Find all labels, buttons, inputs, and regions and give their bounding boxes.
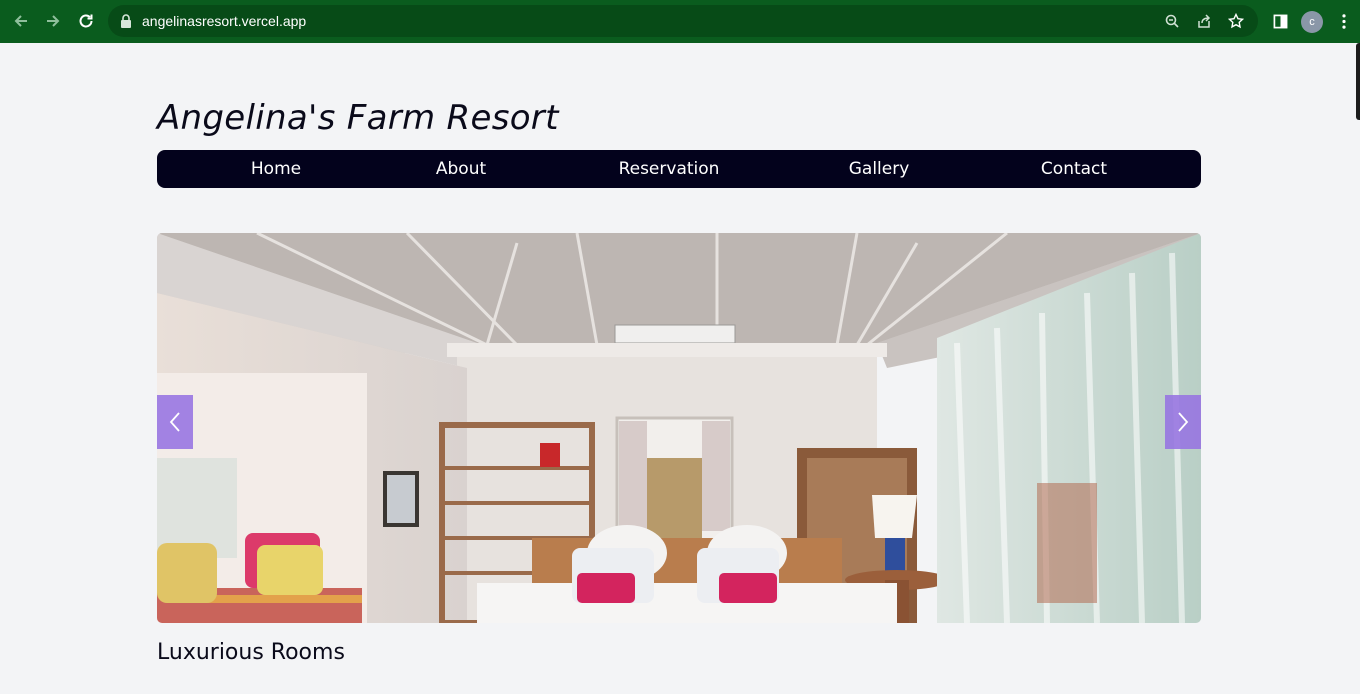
carousel-prev-button[interactable] bbox=[157, 395, 193, 449]
main-nav: Home About Reservation Gallery Contact bbox=[157, 150, 1201, 188]
share-icon[interactable] bbox=[1188, 5, 1220, 37]
more-vert-icon[interactable] bbox=[1328, 0, 1360, 43]
slide-caption: Luxurious Rooms bbox=[157, 640, 345, 665]
browser-toolbar: angelinasresort.vercel.app c bbox=[0, 0, 1360, 43]
nav-gallery[interactable]: Gallery bbox=[849, 150, 910, 188]
scrollbar[interactable] bbox=[1356, 43, 1360, 120]
avatar: c bbox=[1301, 10, 1323, 33]
nav-about[interactable]: About bbox=[436, 150, 486, 188]
zoom-icon[interactable] bbox=[1156, 5, 1188, 37]
carousel-next-button[interactable] bbox=[1165, 395, 1201, 449]
profile-button[interactable]: c bbox=[1296, 0, 1328, 43]
forward-arrow-icon[interactable] bbox=[37, 5, 69, 37]
url-text: angelinasresort.vercel.app bbox=[142, 13, 307, 29]
chevron-left-icon bbox=[169, 412, 180, 432]
reload-icon[interactable] bbox=[70, 5, 102, 37]
nav-reservation[interactable]: Reservation bbox=[619, 150, 720, 188]
nav-home[interactable]: Home bbox=[251, 150, 301, 188]
image-carousel[interactable] bbox=[157, 233, 1201, 623]
star-icon[interactable] bbox=[1220, 5, 1252, 37]
back-arrow-icon[interactable] bbox=[5, 5, 37, 37]
address-bar[interactable]: angelinasresort.vercel.app bbox=[108, 5, 1258, 37]
site-title: Angelina's Farm Resort bbox=[157, 98, 559, 138]
chevron-right-icon bbox=[1178, 412, 1189, 432]
bedroom-photo bbox=[157, 233, 1201, 623]
lock-icon bbox=[121, 14, 131, 28]
nav-contact[interactable]: Contact bbox=[1041, 150, 1107, 188]
side-panel-icon[interactable] bbox=[1264, 0, 1296, 43]
